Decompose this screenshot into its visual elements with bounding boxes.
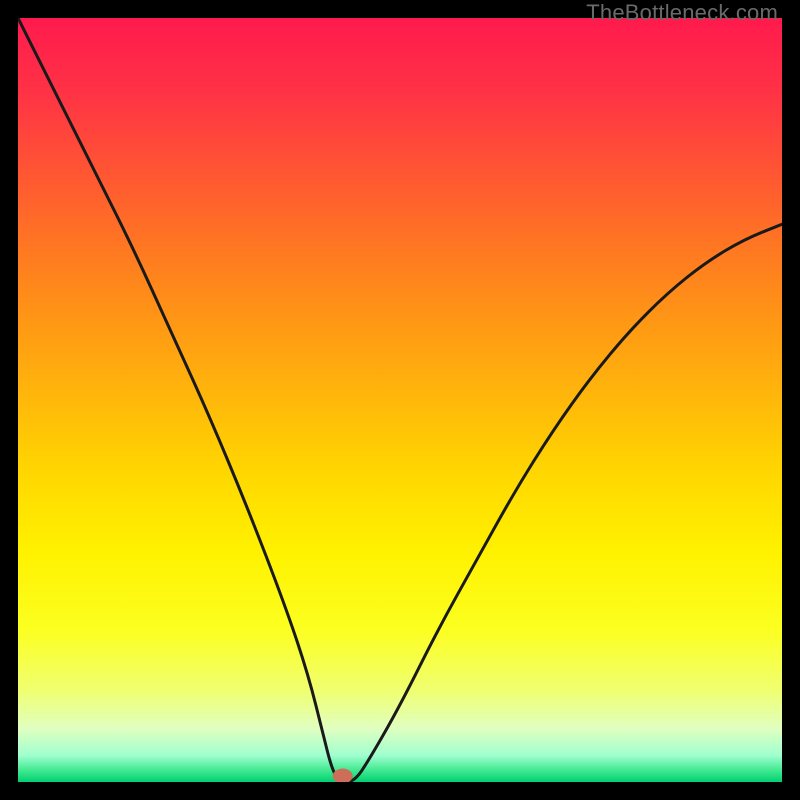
chart-frame — [18, 18, 782, 782]
bottleneck-plot — [18, 18, 782, 782]
watermark-text: TheBottleneck.com — [586, 0, 778, 26]
gradient-background — [18, 18, 782, 782]
